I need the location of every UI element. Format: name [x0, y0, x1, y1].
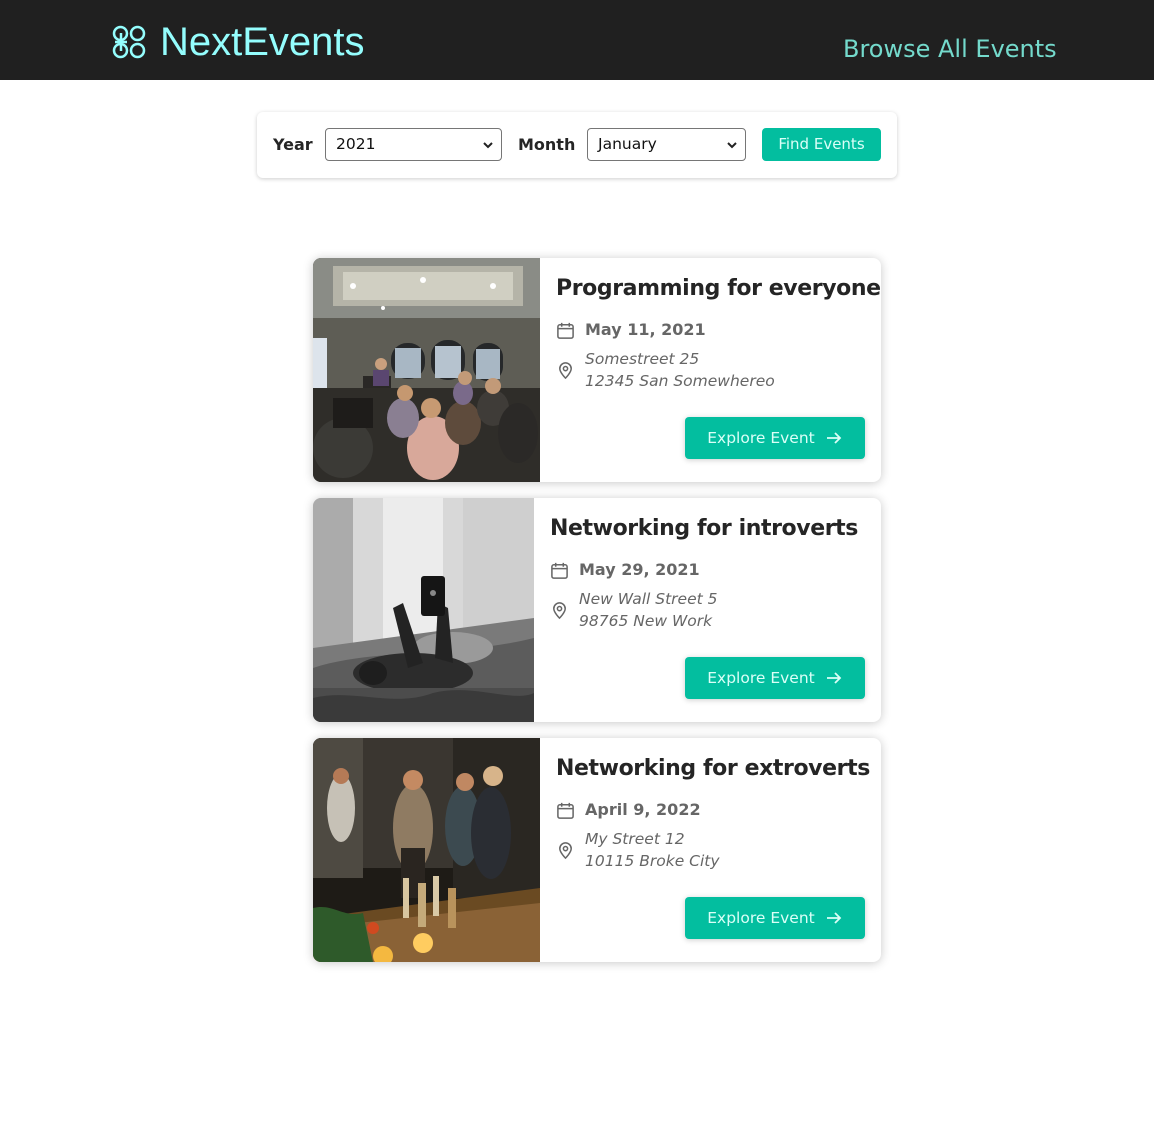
- event-image: [313, 738, 540, 962]
- year-select-value: 2021: [336, 135, 376, 153]
- logo-link[interactable]: NextEvents: [112, 20, 365, 64]
- event-details: Programming for everyone May 11, 2021 So…: [540, 258, 881, 482]
- month-select-value: January: [598, 135, 657, 153]
- event-address-text: New Wall Street 5 98765 New Work: [579, 590, 718, 630]
- calendar-icon: [557, 802, 574, 819]
- explore-event-button[interactable]: Explore Event: [685, 897, 865, 939]
- main-header: NextEvents Browse All Events: [0, 0, 1154, 80]
- event-details: Networking for extroverts April 9, 2022 …: [540, 738, 881, 962]
- explore-event-label: Explore Event: [707, 429, 815, 447]
- events-search-form: Year 2021 Month January Find Events: [257, 112, 897, 178]
- calendar-icon: [551, 562, 568, 579]
- arrow-right-icon: [826, 672, 842, 684]
- logo-text: NextEvents: [160, 20, 365, 64]
- chevron-down-icon: [727, 142, 737, 149]
- event-title: Networking for introverts: [550, 516, 858, 541]
- event-title: Networking for extroverts: [556, 756, 870, 781]
- event-card: Networking for introverts May 29, 2021 N…: [313, 498, 881, 722]
- explore-event-label: Explore Event: [707, 909, 815, 927]
- browse-all-events-link[interactable]: Browse All Events: [843, 33, 1057, 65]
- event-details: Networking for introverts May 29, 2021 N…: [534, 498, 881, 722]
- event-date: April 9, 2022: [556, 799, 701, 821]
- event-card: Networking for extroverts April 9, 2022 …: [313, 738, 881, 962]
- event-card: Programming for everyone May 11, 2021 So…: [313, 258, 881, 482]
- location-pin-icon: [559, 361, 572, 379]
- year-label: Year: [273, 135, 313, 154]
- event-address-text: Somestreet 25 12345 San Somewhereo: [585, 350, 775, 390]
- year-select[interactable]: 2021: [325, 128, 502, 161]
- event-date: May 11, 2021: [556, 319, 706, 341]
- explore-event-label: Explore Event: [707, 669, 815, 687]
- event-address: My Street 12 10115 Broke City: [556, 828, 720, 872]
- event-image: [313, 498, 534, 722]
- event-address-text: My Street 12 10115 Broke City: [585, 830, 720, 870]
- apps-icon: [112, 25, 146, 59]
- explore-event-button[interactable]: Explore Event: [685, 417, 865, 459]
- location-pin-icon: [553, 601, 566, 619]
- month-select[interactable]: January: [587, 128, 746, 161]
- explore-event-button[interactable]: Explore Event: [685, 657, 865, 699]
- arrow-right-icon: [826, 912, 842, 924]
- event-date-text: May 11, 2021: [585, 320, 706, 339]
- event-title: Programming for everyone: [556, 276, 881, 301]
- arrow-right-icon: [826, 432, 842, 444]
- location-pin-icon: [559, 841, 572, 859]
- event-date-text: May 29, 2021: [579, 560, 700, 579]
- chevron-down-icon: [483, 142, 493, 149]
- event-image: [313, 258, 540, 482]
- event-date: May 29, 2021: [550, 559, 700, 581]
- find-events-button[interactable]: Find Events: [762, 128, 881, 161]
- month-label: Month: [518, 135, 576, 154]
- event-address: Somestreet 25 12345 San Somewhereo: [556, 348, 775, 392]
- calendar-icon: [557, 322, 574, 339]
- event-date-text: April 9, 2022: [585, 800, 701, 819]
- event-address: New Wall Street 5 98765 New Work: [550, 588, 717, 632]
